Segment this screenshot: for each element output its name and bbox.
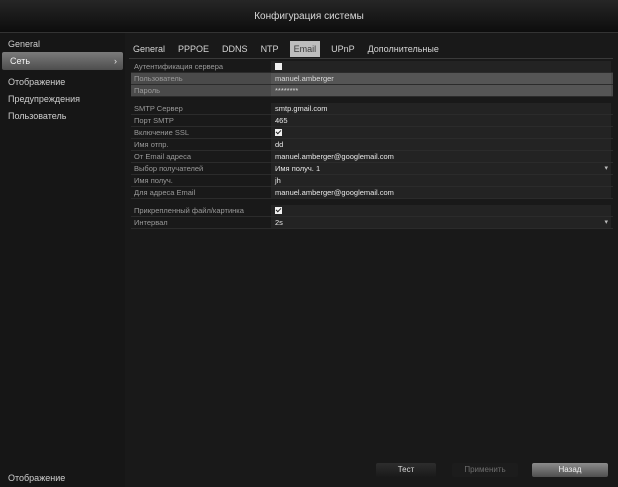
field-label: Включение SSL xyxy=(134,128,190,137)
field-label: Выбор получателей xyxy=(134,164,204,173)
recipient-name-input[interactable]: jh xyxy=(271,175,611,186)
content-panel: General PPPOE DDNS NTP Email UPnP Дополн… xyxy=(125,33,618,487)
tab-email[interactable]: Email xyxy=(289,41,321,57)
apply-button[interactable]: Применить xyxy=(452,463,518,477)
row-attachment: Прикрепленный файл/картинка xyxy=(131,205,613,217)
row-ssl: Включение SSL xyxy=(131,127,613,139)
row-server-auth: Аутентификация сервера xyxy=(131,61,613,73)
ssl-checkbox[interactable] xyxy=(275,129,282,136)
row-divider xyxy=(131,228,613,229)
field-label: От Email адреса xyxy=(134,152,192,161)
field-label: Пользователь xyxy=(134,74,183,83)
field-label: SMTP Сервер xyxy=(134,104,183,113)
interval-select[interactable]: 2s ▾ xyxy=(271,217,611,228)
field-label: Имя получ. xyxy=(134,176,173,185)
back-button[interactable]: Назад xyxy=(532,463,608,477)
sidebar-item-general[interactable]: General xyxy=(0,35,125,53)
row-divider xyxy=(131,96,613,97)
field-label: Аутентификация сервера xyxy=(134,62,224,71)
field-label: Интервал xyxy=(134,218,168,227)
smtp-port-input[interactable]: 465 xyxy=(271,115,611,126)
interval-select-value: 2s xyxy=(275,218,283,227)
tab-advanced[interactable]: Дополнительные xyxy=(366,41,441,57)
recipient-select[interactable]: Имя получ. 1 ▾ xyxy=(271,163,611,174)
field-label: Порт SMTP xyxy=(134,116,174,125)
smtp-server-input[interactable]: smtp.gmail.com xyxy=(271,103,611,114)
sidebar: General Сеть › Отображение Предупреждени… xyxy=(0,33,125,487)
server-auth-checkbox[interactable] xyxy=(275,63,282,70)
sidebar-item-alarms[interactable]: Предупреждения xyxy=(0,90,125,108)
sidebar-item-network[interactable]: Сеть › xyxy=(2,52,123,70)
row-smtp-server: SMTP Сервер smtp.gmail.com xyxy=(131,103,613,115)
row-sender-email: От Email адреса manuel.amberger@googlema… xyxy=(131,151,613,163)
tab-ntp[interactable]: NTP xyxy=(259,41,281,57)
sidebar-bottom-label[interactable]: Отображение xyxy=(8,473,65,483)
chevron-down-icon: ▾ xyxy=(604,219,608,226)
sidebar-item-display[interactable]: Отображение xyxy=(0,73,125,91)
row-smtp-port: Порт SMTP 465 xyxy=(131,115,613,127)
test-button[interactable]: Тест xyxy=(376,463,436,477)
server-auth-field xyxy=(271,61,611,72)
sidebar-item-user[interactable]: Пользователь xyxy=(0,107,125,125)
tab-bar: General PPPOE DDNS NTP Email UPnP Дополн… xyxy=(131,41,450,57)
field-label: Имя отпр. xyxy=(134,140,169,149)
tab-upnp[interactable]: UPnP xyxy=(329,41,357,57)
row-select-recipient: Выбор получателей Имя получ. 1 ▾ xyxy=(131,163,613,175)
window-title: Конфигурация системы xyxy=(0,0,618,33)
chevron-right-icon: › xyxy=(114,56,117,66)
recipient-email-input[interactable]: manuel.amberger@googlemail.com xyxy=(271,187,611,198)
attachment-checkbox[interactable] xyxy=(275,207,282,214)
password-input[interactable]: ******** xyxy=(271,85,611,96)
row-recipient-email: Для адреса Email manuel.amberger@googlem… xyxy=(131,187,613,199)
field-label: Для адреса Email xyxy=(134,188,196,197)
sidebar-item-label: Сеть xyxy=(10,56,31,66)
row-username: Пользователь manuel.amberger xyxy=(131,73,613,85)
sidebar-item-label: Предупреждения xyxy=(8,94,80,104)
row-recipient-name: Имя получ. jh xyxy=(131,175,613,187)
config-window: Конфигурация системы General Сеть › Отоб… xyxy=(0,0,618,487)
username-input[interactable]: manuel.amberger xyxy=(271,73,611,84)
row-interval: Интервал 2s ▾ xyxy=(131,217,613,229)
tab-pppoe[interactable]: PPPOE xyxy=(176,41,211,57)
sidebar-item-label: Отображение xyxy=(8,77,66,87)
row-sender-name: Имя отпр. dd xyxy=(131,139,613,151)
tab-ddns[interactable]: DDNS xyxy=(220,41,250,57)
sidebar-item-label: Пользователь xyxy=(8,111,67,121)
row-divider xyxy=(131,198,613,199)
tab-general[interactable]: General xyxy=(131,41,167,57)
attachment-field xyxy=(271,205,611,216)
sender-email-input[interactable]: manuel.amberger@googlemail.com xyxy=(271,151,611,162)
sender-name-input[interactable]: dd xyxy=(271,139,611,150)
row-password: Пароль ******** xyxy=(131,85,613,97)
sidebar-item-label: General xyxy=(8,39,41,49)
field-label: Пароль xyxy=(134,86,161,95)
chevron-down-icon: ▾ xyxy=(604,165,608,172)
field-label: Прикрепленный файл/картинка xyxy=(134,206,244,215)
ssl-field xyxy=(271,127,611,138)
tab-divider xyxy=(129,58,613,59)
recipient-select-value: Имя получ. 1 xyxy=(275,164,321,173)
